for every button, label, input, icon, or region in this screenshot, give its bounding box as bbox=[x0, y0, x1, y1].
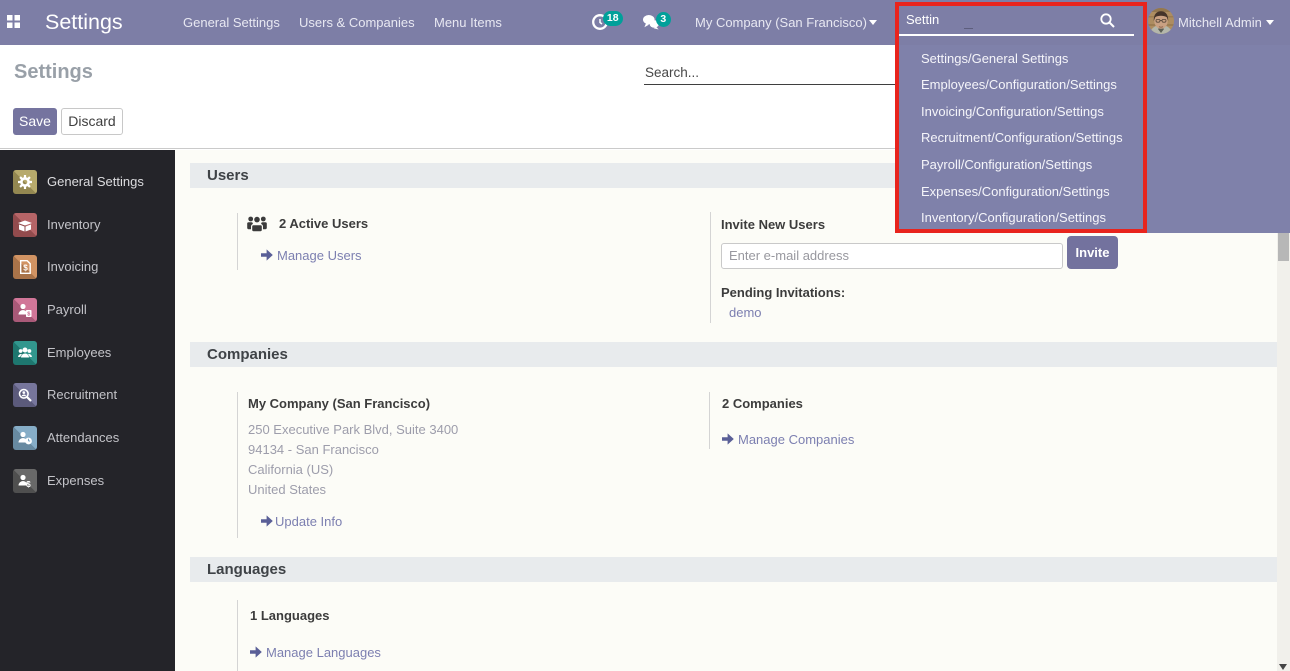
svg-text:$: $ bbox=[23, 264, 28, 273]
svg-text:$: $ bbox=[26, 480, 31, 488]
svg-text:$: $ bbox=[27, 312, 30, 317]
